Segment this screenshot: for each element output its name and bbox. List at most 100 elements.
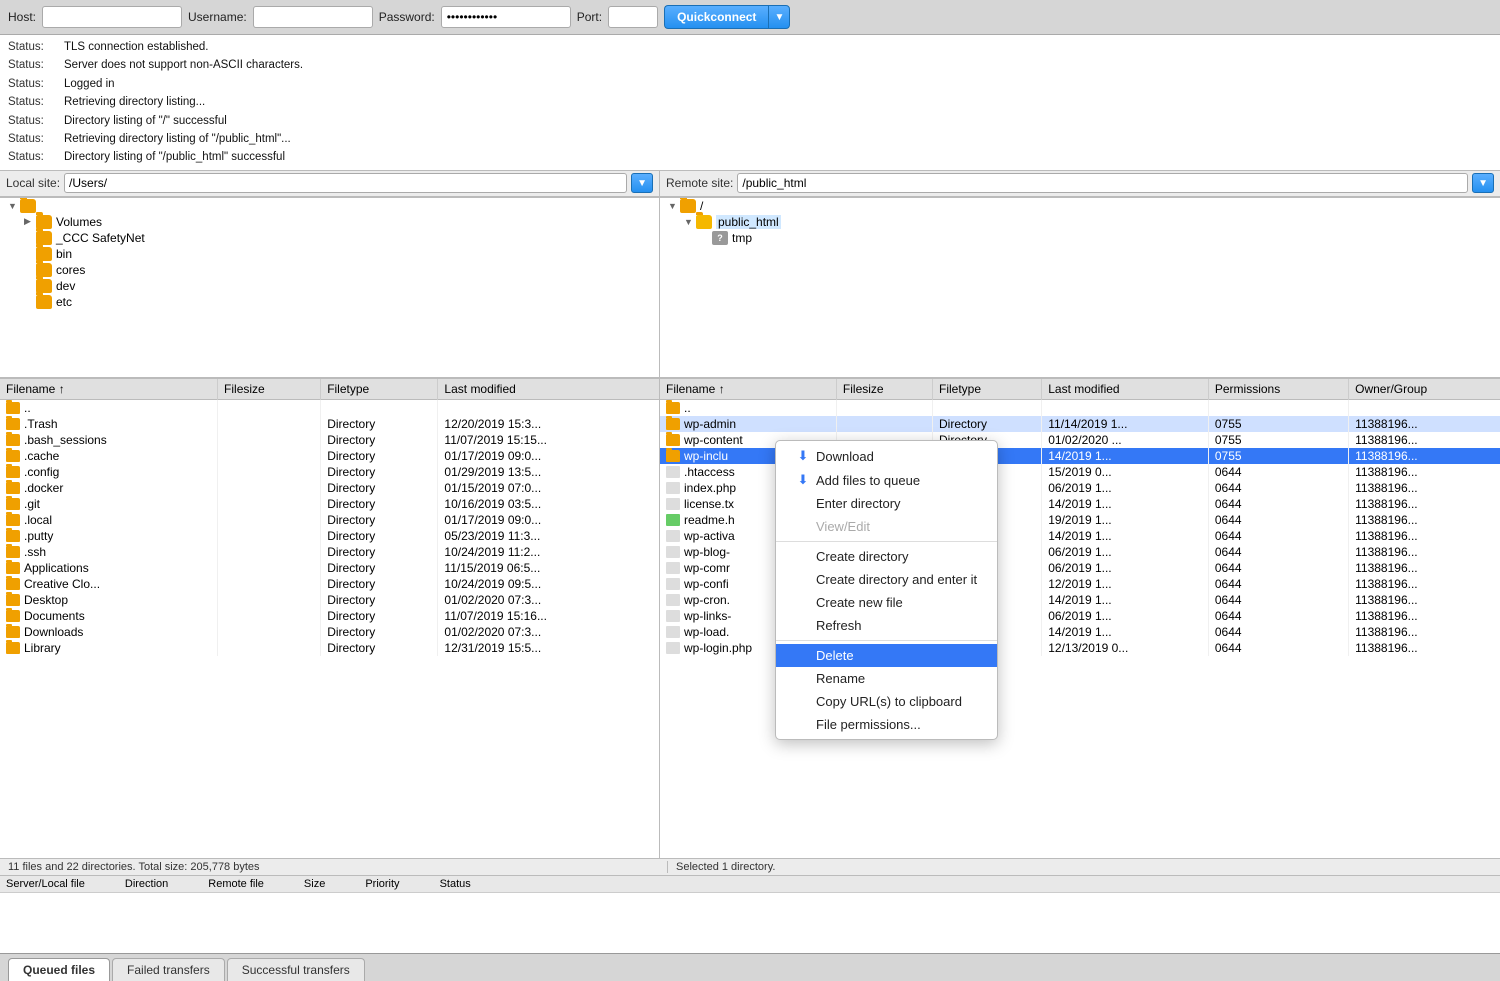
local-file-row[interactable]: .localDirectory01/17/2019 09:0... xyxy=(0,512,659,528)
local-file-row[interactable]: .cacheDirectory01/17/2019 09:0... xyxy=(0,448,659,464)
local-tree-item[interactable]: _CCC SafetyNet xyxy=(0,230,659,246)
local-file-row[interactable]: .TrashDirectory12/20/2019 15:3... xyxy=(0,416,659,432)
remote-file-row[interactable]: .. xyxy=(660,399,1500,416)
local-column-header[interactable]: Last modified xyxy=(438,379,659,400)
file-cell xyxy=(1208,399,1348,416)
local-status-bar: 11 files and 22 directories. Total size:… xyxy=(8,861,668,873)
row-folder-icon xyxy=(6,418,20,430)
quickconnect-button[interactable]: Quickconnect xyxy=(664,5,768,29)
row-folder-icon xyxy=(6,530,20,542)
local-file-row[interactable]: .. xyxy=(0,399,659,416)
context-menu-item-enter-directory[interactable]: Enter directory xyxy=(776,492,997,515)
local-file-row[interactable]: .sshDirectory10/24/2019 11:2... xyxy=(0,544,659,560)
local-tree-item[interactable]: etc xyxy=(0,294,659,310)
port-input[interactable] xyxy=(608,6,658,28)
local-column-header[interactable]: Filename ↑ xyxy=(0,379,218,400)
tab-queued[interactable]: Queued files xyxy=(8,958,110,981)
local-tree-item[interactable]: ▼ xyxy=(0,198,659,214)
context-menu-item-file-permissions[interactable]: File permissions... xyxy=(776,713,997,736)
tree-item-label: dev xyxy=(56,279,75,293)
tree-arrow: ▼ xyxy=(684,217,696,227)
context-menu-item-delete[interactable]: Delete xyxy=(776,644,997,667)
tab-successful[interactable]: Successful transfers xyxy=(227,958,365,981)
local-column-header[interactable]: Filetype xyxy=(321,379,438,400)
local-site-path[interactable] xyxy=(64,173,627,193)
remote-tree-item[interactable]: ▼public_html xyxy=(660,214,1500,230)
local-file-row[interactable]: ApplicationsDirectory11/15/2019 06:5... xyxy=(0,560,659,576)
local-file-row[interactable]: DocumentsDirectory11/07/2019 15:16... xyxy=(0,608,659,624)
local-file-row[interactable]: DesktopDirectory01/02/2020 07:3... xyxy=(0,592,659,608)
file-cell: 06/2019 1... xyxy=(1042,544,1209,560)
context-menu-item-create-new-file[interactable]: Create new file xyxy=(776,591,997,614)
local-site-dropdown[interactable]: ▼ xyxy=(631,173,653,193)
file-name: wp-comr xyxy=(684,561,730,575)
password-input[interactable] xyxy=(441,6,571,28)
remote-site-label: Remote site: xyxy=(666,176,733,190)
context-menu-item-rename[interactable]: Rename xyxy=(776,667,997,690)
remote-site-dropdown[interactable]: ▼ xyxy=(1472,173,1494,193)
remote-file-row[interactable]: wp-adminDirectory11/14/2019 1...07551138… xyxy=(660,416,1500,432)
file-cell: 11388196... xyxy=(1349,624,1500,640)
quickconnect-group: Quickconnect ▼ xyxy=(664,5,790,29)
file-name: index.php xyxy=(684,481,736,495)
host-label: Host: xyxy=(8,10,36,24)
file-cell: 06/2019 1... xyxy=(1042,480,1209,496)
file-cell xyxy=(836,399,932,416)
local-file-row[interactable]: LibraryDirectory12/31/2019 15:5... xyxy=(0,640,659,656)
tab-failed[interactable]: Failed transfers xyxy=(112,958,225,981)
local-file-row[interactable]: DownloadsDirectory01/02/2020 07:3... xyxy=(0,624,659,640)
local-tree-item[interactable]: dev xyxy=(0,278,659,294)
file-cell: Directory xyxy=(321,560,438,576)
context-menu-item-label: File permissions... xyxy=(816,717,921,732)
row-folder-icon xyxy=(666,402,680,414)
row-folder-icon xyxy=(6,498,20,510)
remote-column-header[interactable]: Filename ↑ xyxy=(660,379,836,400)
file-cell: 14/2019 1... xyxy=(1042,592,1209,608)
remote-tree-item[interactable]: ▼/ xyxy=(660,198,1500,214)
context-menu-item-view-edit[interactable]: View/Edit xyxy=(776,515,997,538)
context-menu-item-create-directory[interactable]: Create directory xyxy=(776,545,997,568)
local-file-row[interactable]: .dockerDirectory01/15/2019 07:0... xyxy=(0,480,659,496)
remote-column-header[interactable]: Permissions xyxy=(1208,379,1348,400)
remote-tree-item[interactable]: ?tmp xyxy=(660,230,1500,246)
username-input[interactable] xyxy=(253,6,373,28)
host-input[interactable] xyxy=(42,6,182,28)
remote-column-header[interactable]: Owner/Group xyxy=(1349,379,1500,400)
context-menu-item-label: Download xyxy=(816,449,874,464)
context-menu-item-download[interactable]: ⬇Download xyxy=(776,444,997,468)
file-cell: 11388196... xyxy=(1349,416,1500,432)
local-file-row[interactable]: Creative Clo...Directory10/24/2019 09:5.… xyxy=(0,576,659,592)
local-file-list[interactable]: Filename ↑FilesizeFiletypeLast modified.… xyxy=(0,379,660,858)
remote-column-header[interactable]: Last modified xyxy=(1042,379,1209,400)
status-text: Directory listing of "/" successful xyxy=(64,112,227,130)
local-column-header[interactable]: Filesize xyxy=(218,379,321,400)
file-cell: 14/2019 1... xyxy=(1042,624,1209,640)
local-tree-item[interactable]: bin xyxy=(0,246,659,262)
file-cell: 0644 xyxy=(1208,528,1348,544)
row-folder-icon xyxy=(6,514,20,526)
context-menu-item-add-to-queue[interactable]: ⬇Add files to queue xyxy=(776,468,997,492)
local-tree-item[interactable]: ▶Volumes xyxy=(0,214,659,230)
local-file-row[interactable]: .gitDirectory10/16/2019 03:5... xyxy=(0,496,659,512)
local-file-row[interactable]: .configDirectory01/29/2019 13:5... xyxy=(0,464,659,480)
file-cell: 11/07/2019 15:15... xyxy=(438,432,659,448)
local-file-row[interactable]: .bash_sessionsDirectory11/07/2019 15:15.… xyxy=(0,432,659,448)
context-menu-item-refresh[interactable]: Refresh xyxy=(776,614,997,637)
context-menu-item-create-directory-enter[interactable]: Create directory and enter it xyxy=(776,568,997,591)
local-file-tree[interactable]: ▼▶Volumes_CCC SafetyNetbincores devetc xyxy=(0,198,660,378)
quickconnect-dropdown[interactable]: ▼ xyxy=(768,5,790,29)
remote-file-tree[interactable]: ▼/▼public_html?tmp xyxy=(660,198,1500,378)
tree-item-label: cores xyxy=(56,263,85,277)
remote-site-path[interactable] xyxy=(737,173,1468,193)
local-tree-item[interactable]: cores xyxy=(0,262,659,278)
file-cell xyxy=(218,464,321,480)
file-name: .bash_sessions xyxy=(24,433,107,447)
file-cell xyxy=(218,480,321,496)
remote-column-header[interactable]: Filesize xyxy=(836,379,932,400)
remote-column-header[interactable]: Filetype xyxy=(933,379,1042,400)
context-menu-item-label: Copy URL(s) to clipboard xyxy=(816,694,962,709)
file-cell: Directory xyxy=(321,592,438,608)
local-file-row[interactable]: .puttyDirectory05/23/2019 11:3... xyxy=(0,528,659,544)
context-menu-item-copy-urls[interactable]: Copy URL(s) to clipboard xyxy=(776,690,997,713)
context-menu-item-label: View/Edit xyxy=(816,519,870,534)
